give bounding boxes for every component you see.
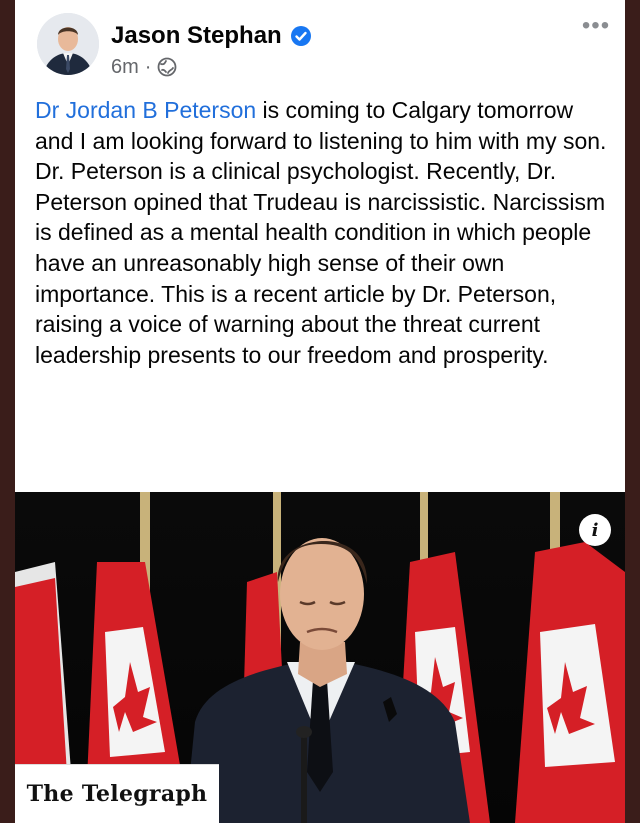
post-header: Jason Stephan 6m · •••	[15, 0, 625, 90]
post-card: Jason Stephan 6m · ••• Dr Jordan B Peter…	[15, 0, 625, 823]
globe-icon[interactable]	[157, 57, 177, 77]
author-name[interactable]: Jason Stephan	[111, 22, 282, 50]
right-frame	[625, 0, 640, 823]
publisher-name: The Telegraph	[26, 781, 208, 807]
post-body: Dr Jordan B Peterson is coming to Calgar…	[35, 95, 615, 370]
mention-link[interactable]: Dr Jordan B Peterson	[35, 97, 256, 123]
link-preview-image[interactable]: i The Telegraph	[15, 492, 625, 823]
meta-separator: ·	[144, 56, 152, 78]
verified-badge-icon	[290, 25, 312, 47]
publisher-logo: The Telegraph	[15, 764, 219, 823]
post-meta: 6m ·	[111, 56, 177, 78]
avatar-image	[37, 13, 99, 75]
post-timestamp[interactable]: 6m	[111, 56, 139, 78]
post-body-text: is coming to Calgary tomorrow and I am l…	[35, 97, 607, 368]
author-name-row: Jason Stephan	[111, 22, 312, 50]
author-avatar[interactable]	[37, 13, 99, 75]
info-icon[interactable]: i	[579, 514, 611, 546]
more-options-icon[interactable]: •••	[579, 12, 613, 39]
left-frame	[0, 0, 15, 823]
